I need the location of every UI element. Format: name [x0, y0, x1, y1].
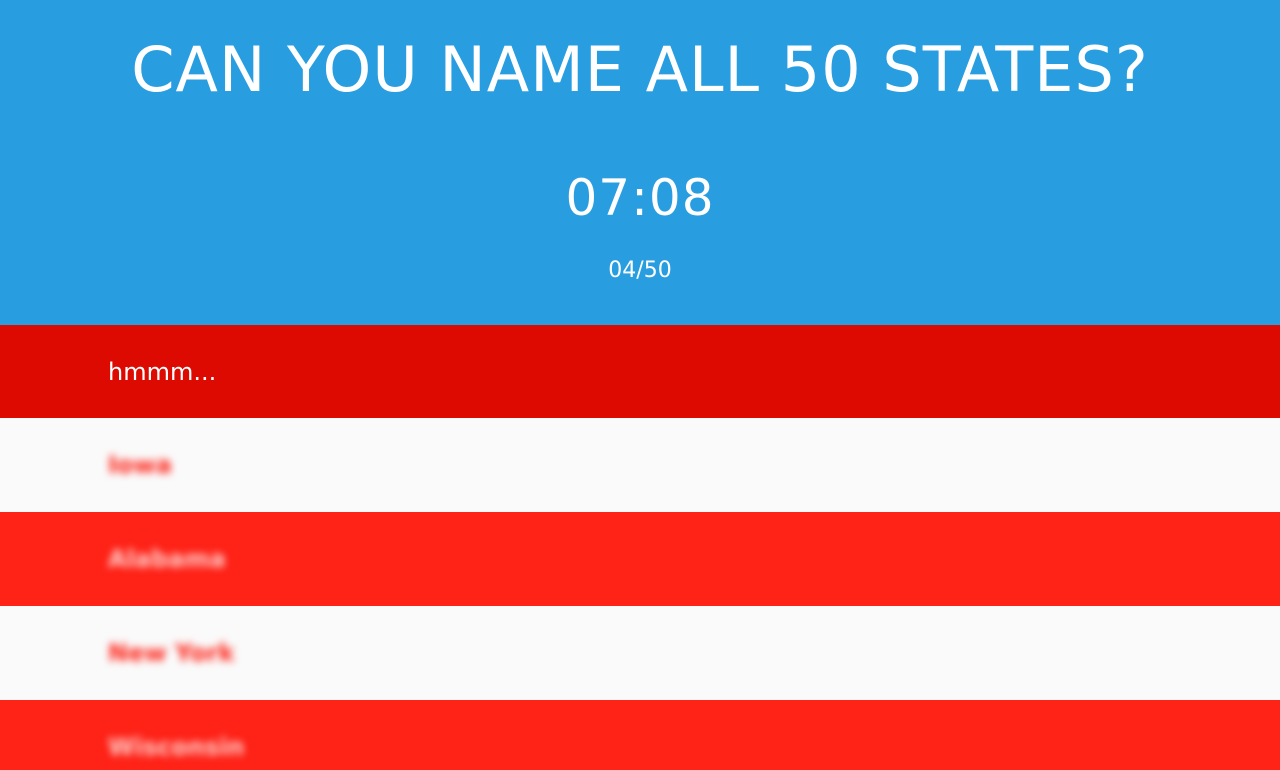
answered-state: New York: [108, 639, 235, 667]
list-item: Iowa: [0, 418, 1280, 512]
answered-state: Iowa: [108, 451, 172, 479]
answered-state: Wisconsin: [108, 733, 245, 761]
page-title: CAN YOU NAME ALL 50 STATES?: [131, 33, 1149, 106]
answer-list: Iowa Alabama New York Wisconsin: [0, 325, 1280, 770]
score-counter: 04/50: [608, 258, 672, 283]
list-item: Alabama: [0, 512, 1280, 606]
state-answer-input[interactable]: [108, 357, 1008, 386]
list-item: New York: [0, 606, 1280, 700]
list-item: Wisconsin: [0, 700, 1280, 770]
quiz-header: CAN YOU NAME ALL 50 STATES? 07:08 04/50: [0, 0, 1280, 325]
countdown-timer: 07:08: [565, 169, 715, 227]
answered-state: Alabama: [108, 545, 226, 573]
answer-input-row[interactable]: [0, 325, 1280, 418]
